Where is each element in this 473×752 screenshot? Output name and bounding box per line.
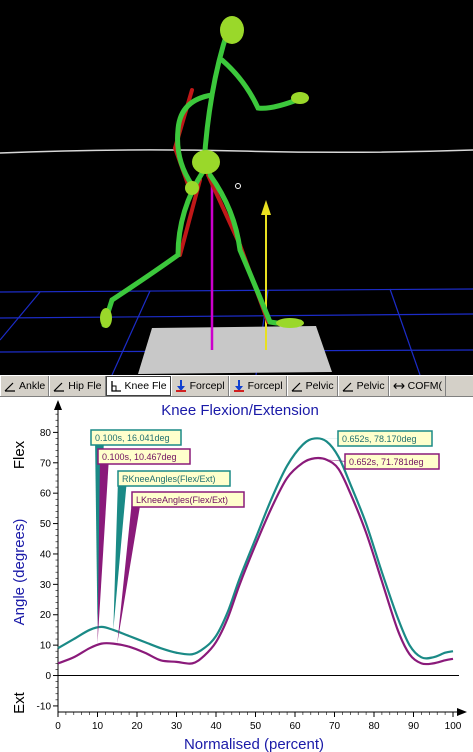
x-tick-label: 0 [55, 721, 61, 732]
tab-pelvic-1[interactable]: Pelvic [286, 376, 338, 396]
annotation-layer: 0.100s, 16.041deg 0.100s, 10.467deg RKneeA… [90, 429, 440, 644]
knee-angle-chart: Knee Flexion/Extension Normalised (perce… [0, 397, 473, 752]
tab-label: Knee Fle [124, 380, 167, 392]
x-axis-arrow [457, 708, 467, 716]
callout-text: RKneeAngles(Flex/Ext) [122, 474, 216, 484]
callout-text: 0.100s, 16.041deg [95, 433, 170, 443]
tab-label: COFM( [407, 380, 443, 392]
x-tick-label: 60 [289, 721, 301, 732]
angle-icon [4, 382, 15, 392]
chart-title: Knee Flexion/Extension [161, 402, 319, 419]
horizon-line [0, 149, 473, 154]
y-axis-arrow [54, 400, 62, 410]
x-tick-label: 10 [92, 721, 104, 732]
tab-label: Forcepl [247, 380, 283, 392]
y-tick-label: 10 [40, 641, 52, 652]
callout-text: LKneeAngles(Flex/Ext) [136, 495, 228, 505]
angle-icon [291, 382, 302, 392]
x-tick-label: 70 [329, 721, 341, 732]
angle-icon [53, 382, 65, 392]
y-tick-label: 70 [40, 458, 52, 469]
tab-pelvic-2[interactable]: Pelvic [337, 376, 389, 396]
y-tick-label: 80 [40, 428, 52, 439]
tab-forceplate-2[interactable]: Forcepl [228, 376, 287, 396]
skeleton-joints [100, 16, 309, 328]
x-axis-label: Normalised (percent) [184, 736, 324, 752]
tab-label: Pelvic [305, 380, 334, 392]
x-tick-label: 30 [171, 721, 183, 732]
x-tick-label: 80 [368, 721, 380, 732]
y-tick-label: 20 [40, 610, 52, 621]
tab-ankle[interactable]: Ankle [0, 376, 50, 396]
tab-bar: Ankle Hip Fle Knee Fle Forcepl Forcepl P… [0, 375, 473, 397]
x-tick-label: 40 [210, 721, 222, 732]
callout-text: 0.652s, 78.170deg [342, 434, 417, 444]
y-tick-label: 40 [40, 549, 52, 560]
tab-label: Forcepl [189, 380, 225, 392]
tab-label: Hip Fle [68, 380, 102, 392]
y-tick-label: 0 [45, 671, 51, 682]
force-arrow-icon [175, 380, 186, 392]
y-tick-label: -10 [37, 701, 52, 712]
force-plate [138, 326, 332, 374]
tab-cofm[interactable]: COFM( [388, 376, 447, 396]
tab-forceplate-1[interactable]: Forcepl [170, 376, 229, 396]
y-tick-label: 50 [40, 519, 52, 530]
callout-text: 0.100s, 10.467deg [102, 452, 177, 462]
tab-label: Ankle [19, 380, 46, 392]
tab-label: Pelvic [356, 380, 385, 392]
knee-angle-icon [110, 381, 121, 392]
3d-viewport[interactable] [0, 0, 473, 375]
velocity-arrowhead [261, 200, 271, 215]
skeleton-scene [0, 16, 473, 375]
angle-icon [342, 382, 353, 392]
callout-pointer [113, 479, 127, 630]
double-arrow-icon [393, 383, 405, 389]
tab-hip-flexion[interactable]: Hip Fle [49, 376, 106, 396]
center-of-mass-marker [235, 183, 241, 189]
force-arrow-icon [233, 380, 244, 392]
y-axis-label: Angle (degrees) [11, 519, 28, 626]
flex-label: Flex [11, 440, 28, 469]
callout-text: 0.652s, 71.781deg [349, 457, 424, 467]
skeleton-body [101, 27, 305, 328]
y-tick-label: 60 [40, 489, 52, 500]
tab-knee-flexion[interactable]: Knee Fle [105, 376, 171, 396]
ext-label: Ext [11, 691, 28, 714]
x-tick-label: 20 [131, 721, 143, 732]
x-tick-label: 100 [445, 721, 462, 732]
chart-canvas: Knee Flexion/Extension Normalised (perce… [11, 400, 467, 752]
y-tick-label: 30 [40, 580, 52, 591]
x-tick-label: 50 [250, 721, 262, 732]
x-tick-label: 90 [408, 721, 420, 732]
